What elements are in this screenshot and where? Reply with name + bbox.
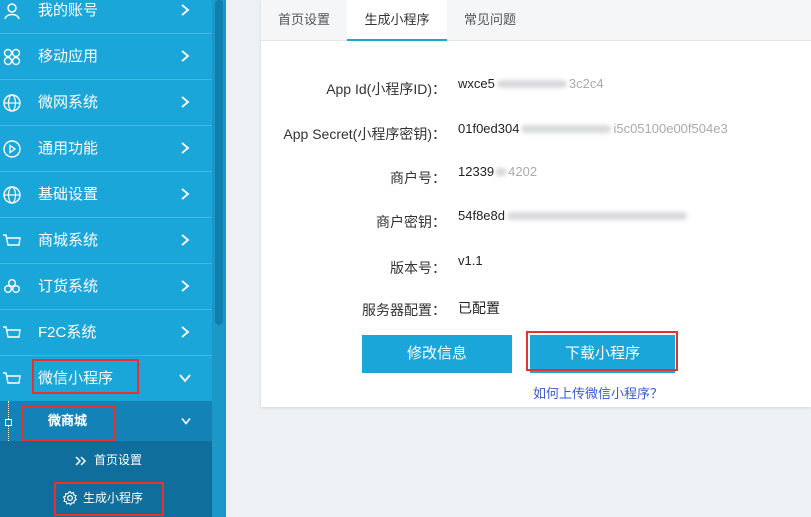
highlight-box (32, 359, 139, 394)
sidebar-item-mall-system[interactable]: 商城系统 (0, 218, 212, 264)
tab-faq[interactable]: 常见问题 (447, 0, 533, 40)
chevron-right-icon (178, 325, 192, 339)
app-id-value: wxce5 3c2c4 (458, 76, 604, 91)
sidebar-item-common-functions[interactable]: 通用功能 (0, 126, 212, 172)
sidebar-item-label: 移动应用 (38, 48, 99, 65)
app-id-label: App Id(小程序ID)： (326, 81, 446, 97)
cart-icon (2, 323, 22, 343)
sidebar-item-label: 订货系统 (38, 278, 99, 295)
globe-icon (2, 185, 22, 205)
server-config-value: 已配置 (458, 300, 500, 316)
sidebar-item-label: 微网系统 (38, 94, 99, 111)
scrollbar-thumb[interactable] (215, 0, 223, 325)
chevron-right-icon (178, 279, 192, 293)
sidebar-item-microsite[interactable]: 微网系统 (0, 80, 212, 126)
chevron-right-icon (178, 141, 192, 155)
highlight-box (22, 405, 116, 441)
upload-help-link[interactable]: 如何上传微信小程序？ (533, 383, 663, 402)
sidebar-subsub-homepage-settings[interactable]: 首页设置 (0, 441, 212, 479)
cart-icon (2, 369, 22, 389)
sidebar-item-account[interactable]: 我的账号 (0, 0, 212, 34)
sidebar-scrollbar[interactable] (212, 0, 226, 517)
merchant-no-label: 商户号： (390, 170, 446, 186)
chevron-down-icon (178, 371, 192, 385)
globe-icon (2, 93, 22, 113)
tab-bar: 首页设置 生成小程序 常见问题 (261, 0, 811, 41)
highlight-box (526, 331, 678, 371)
play-circle-icon (2, 139, 22, 159)
sidebar-item-f2c-system[interactable]: F2C系统 (0, 310, 212, 356)
chevron-right-icon (178, 233, 192, 247)
merchant-key-label: 商户密钥： (376, 214, 446, 230)
sidebar-item-label: 商城系统 (38, 232, 99, 249)
version-label: 版本号： (390, 260, 446, 276)
cart-icon (2, 231, 22, 251)
sidebar-item-label: 我的账号 (38, 2, 99, 19)
sidebar-item-ordering-system[interactable]: 订货系统 (0, 264, 212, 310)
chevron-right-icon (178, 95, 192, 109)
chevron-down-icon (180, 415, 192, 427)
clover-icon (2, 277, 22, 297)
highlight-box (54, 482, 164, 516)
sidebar-item-label: 通用功能 (38, 140, 99, 157)
tab-homepage-settings[interactable]: 首页设置 (261, 0, 347, 40)
tab-generate-miniprogram[interactable]: 生成小程序 (347, 0, 447, 41)
double-chevron-icon (74, 455, 88, 467)
chevron-right-icon (178, 187, 192, 201)
sidebar: 我的账号 移动应用 微网系统 通用功能 基础设置 商城系统 订货系统 F2C系统… (0, 0, 212, 517)
apps-icon (2, 47, 22, 67)
sidebar-item-label: 基础设置 (38, 186, 99, 203)
sidebar-item-basic-settings[interactable]: 基础设置 (0, 172, 212, 218)
tree-node (5, 419, 12, 426)
merchant-key-value: 54f8e8d (458, 208, 687, 223)
sidebar-item-mobile-apps[interactable]: 移动应用 (0, 34, 212, 80)
chevron-right-icon (178, 3, 192, 17)
sidebar-subsub-label: 首页设置 (94, 453, 143, 467)
user-icon (2, 1, 22, 21)
merchant-no-value: 12339 4202 (458, 164, 538, 179)
server-config-label: 服务器配置： (362, 302, 446, 318)
app-secret-label: App Secret(小程序密钥)： (283, 126, 446, 142)
chevron-right-icon (178, 49, 192, 63)
edit-info-button[interactable]: 修改信息 (362, 335, 512, 373)
app-secret-value: 01f0ed304 i5c05100e00f504e3 (458, 121, 728, 136)
sidebar-item-label: F2C系统 (38, 324, 97, 341)
version-value: v1.1 (458, 253, 483, 268)
